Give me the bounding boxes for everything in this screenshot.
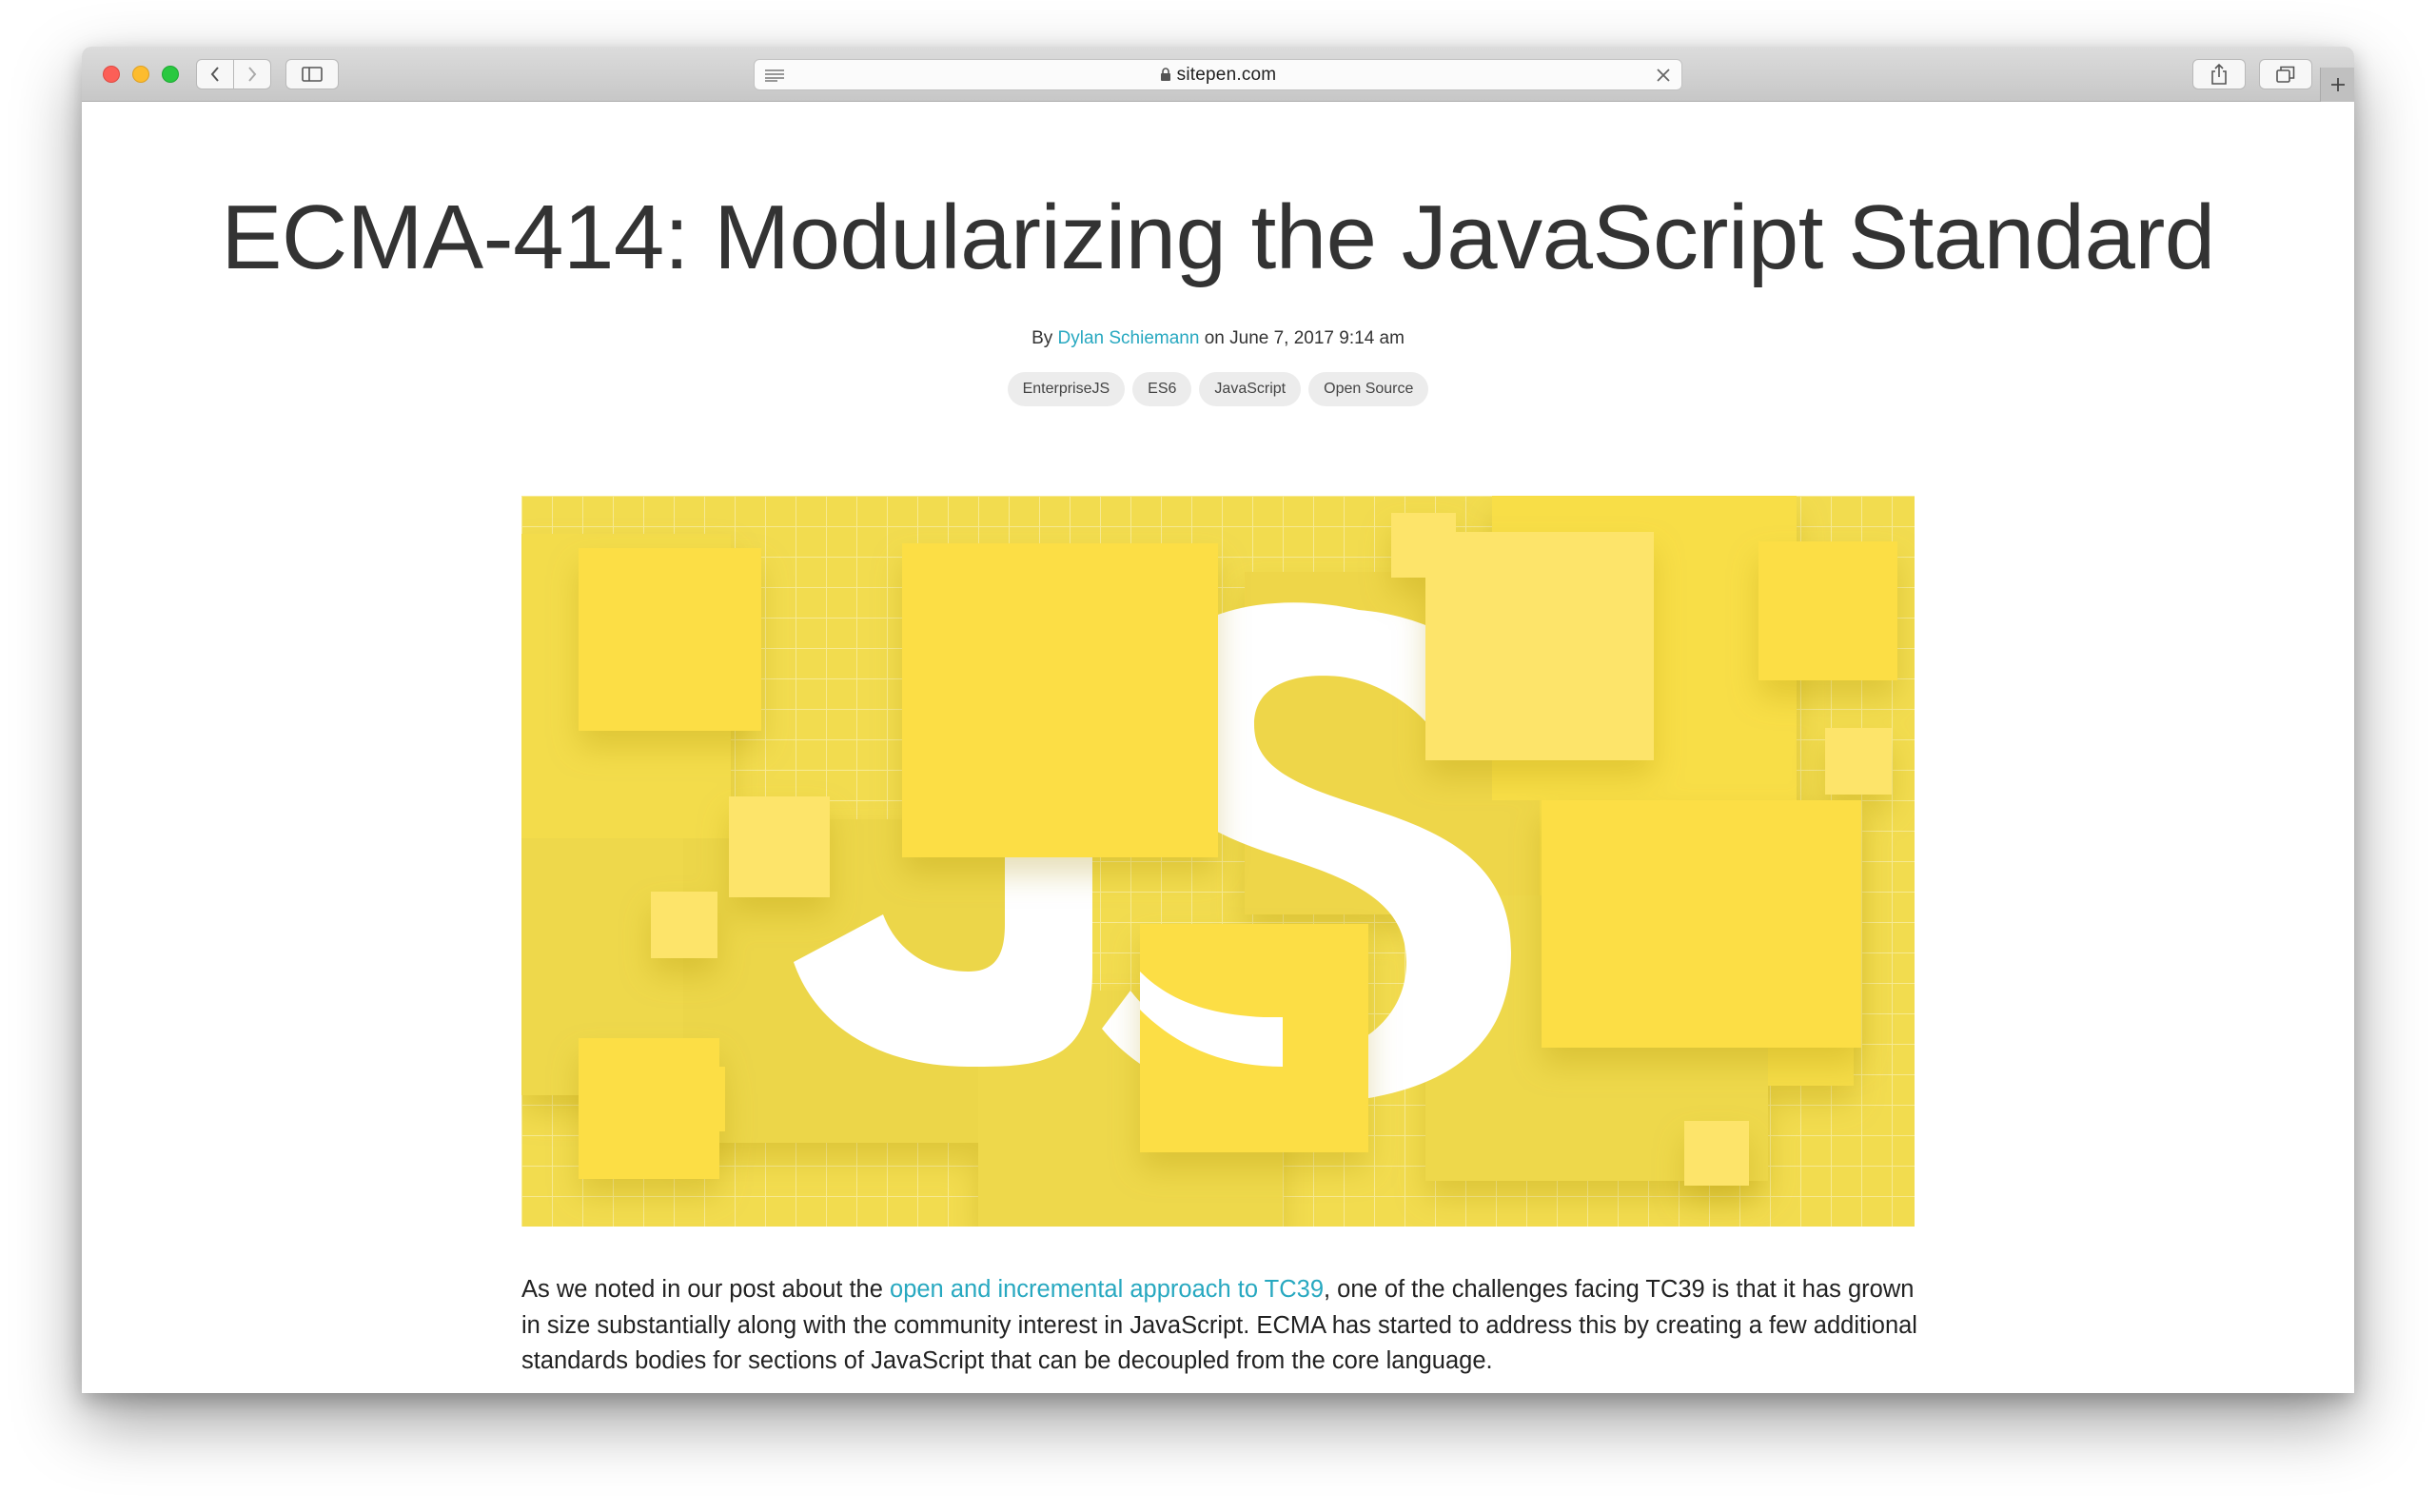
sidebar-icon bbox=[302, 67, 323, 82]
article-title: ECMA-414: Modularizing the JavaScript St… bbox=[221, 187, 2215, 288]
url-display: sitepen.com bbox=[755, 65, 1681, 86]
tag-enterprisejs[interactable]: EnterpriseJS bbox=[1007, 372, 1126, 406]
article-body-paragraph: As we noted in our post about the open a… bbox=[521, 1272, 1920, 1380]
chevron-right-icon bbox=[248, 67, 257, 82]
forward-button[interactable] bbox=[233, 59, 271, 89]
tc39-approach-link[interactable]: open and incremental approach to TC39 bbox=[890, 1276, 1324, 1303]
lock-icon bbox=[1160, 68, 1170, 81]
author-link[interactable]: Dylan Schiemann bbox=[1058, 328, 1200, 348]
body-text-before-link: As we noted in our post about the bbox=[521, 1276, 891, 1303]
sidebar-toggle-button[interactable] bbox=[285, 59, 339, 89]
back-button[interactable] bbox=[196, 59, 234, 89]
clear-url-icon[interactable] bbox=[1655, 67, 1672, 84]
hero-image bbox=[521, 496, 1915, 1227]
tabs-overview-icon bbox=[2276, 66, 2295, 83]
minimize-window-button[interactable] bbox=[132, 66, 149, 83]
article-date: on June 7, 2017 9:14 am bbox=[1199, 328, 1405, 348]
browser-toolbar: sitepen.com bbox=[82, 47, 2354, 102]
share-button[interactable] bbox=[2192, 59, 2246, 89]
browser-window: sitepen.com ECMA-414: Modularizing the J… bbox=[82, 47, 2354, 1393]
zoom-window-button[interactable] bbox=[162, 66, 179, 83]
new-tab-button[interactable] bbox=[2320, 68, 2354, 102]
tag-list: EnterpriseJS ES6 JavaScript Open Source bbox=[82, 372, 2354, 406]
tag-es6[interactable]: ES6 bbox=[1132, 372, 1192, 406]
page-content: ECMA-414: Modularizing the JavaScript St… bbox=[82, 102, 2354, 1393]
share-icon bbox=[2211, 64, 2227, 85]
plus-icon bbox=[2330, 78, 2345, 91]
url-text: sitepen.com bbox=[1176, 65, 1277, 85]
tag-open-source[interactable]: Open Source bbox=[1308, 372, 1429, 406]
byline-prefix: By bbox=[1031, 328, 1058, 348]
address-bar[interactable]: sitepen.com bbox=[754, 59, 1682, 90]
close-window-button[interactable] bbox=[103, 66, 120, 83]
article-byline: By Dylan Schiemann on June 7, 2017 9:14 … bbox=[82, 328, 2354, 349]
tabs-overview-button[interactable] bbox=[2259, 59, 2312, 89]
chevron-left-icon bbox=[210, 67, 219, 82]
tag-javascript[interactable]: JavaScript bbox=[1199, 372, 1302, 406]
